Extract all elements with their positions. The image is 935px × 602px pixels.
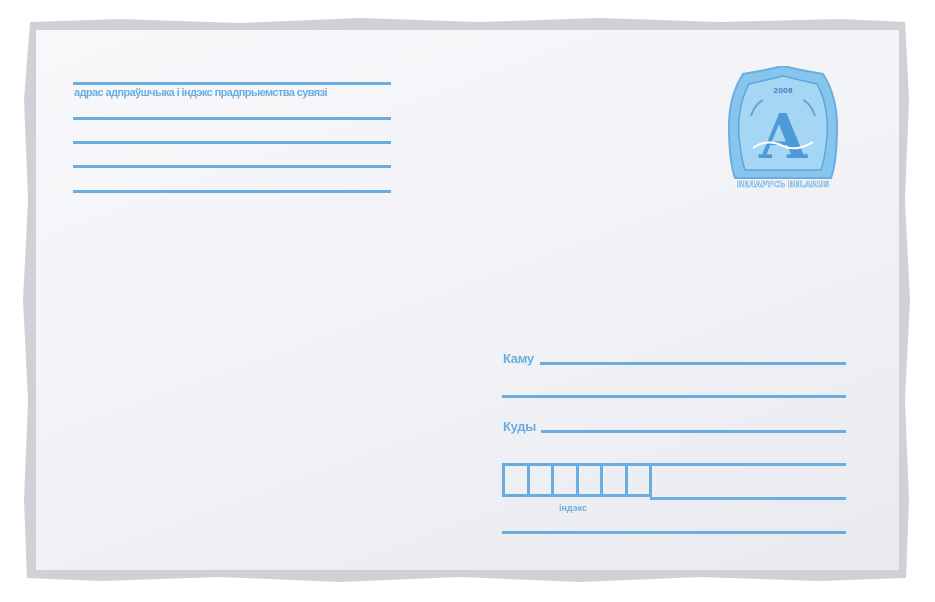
index-cell[interactable] [579,466,603,494]
sender-caption: адрас адпраўшчыка і індэкс прадпрыемства… [74,87,328,99]
index-cell[interactable] [603,466,628,494]
where-line-1[interactable] [541,430,846,433]
where-line-4[interactable] [502,531,846,534]
index-cell[interactable] [554,466,579,494]
sender-line-4 [73,165,391,168]
to-line-2[interactable] [502,395,846,398]
sender-line-3 [73,141,391,144]
where-label: Куды [503,419,536,434]
index-cell[interactable] [628,466,652,494]
to-line-1[interactable] [540,362,846,365]
index-cell[interactable] [530,466,554,494]
where-line-3[interactable] [650,497,846,500]
stamp-country: БЕЛАРУСЬ BELARUS [737,180,830,189]
index-boxes[interactable] [502,463,652,497]
sender-line-5 [73,190,391,193]
index-cell[interactable] [505,466,530,494]
postage-stamp: 2008 A БЕЛАРУСЬ BELARUS [727,66,839,189]
to-label: Каму [503,351,534,366]
index-caption: індэкс [559,503,588,513]
sender-line-1 [73,82,391,85]
letter-a-emblem-icon: A [758,100,808,173]
stamp-year: 2008 [773,87,793,95]
sender-line-2 [73,117,391,120]
